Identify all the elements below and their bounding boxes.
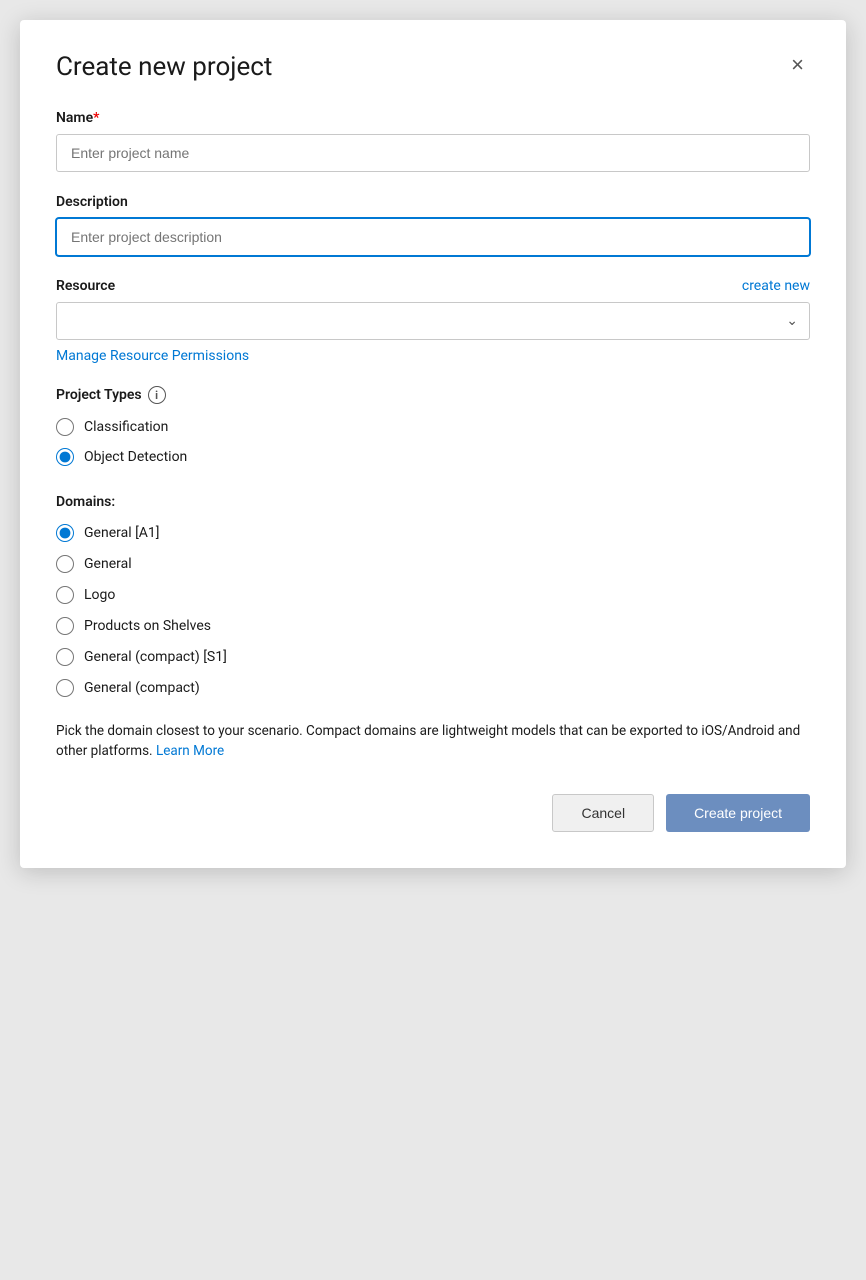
dialog-overlay: Create new project × Name* Description R… <box>20 20 846 868</box>
products-on-shelves-label: Products on Shelves <box>84 618 211 634</box>
name-input[interactable] <box>56 134 810 172</box>
domain-logo[interactable]: Logo <box>56 586 810 604</box>
classification-label: Classification <box>84 419 168 435</box>
name-field-group: Name* <box>56 110 810 172</box>
manage-resource-link[interactable]: Manage Resource Permissions <box>56 348 249 364</box>
logo-label: Logo <box>84 587 115 603</box>
general-compact-s1-radio[interactable] <box>56 648 74 666</box>
project-type-object-detection[interactable]: Object Detection <box>56 448 810 466</box>
name-label: Name* <box>56 110 810 126</box>
dialog-footer: Cancel Create project <box>56 794 810 832</box>
cancel-button[interactable]: Cancel <box>552 794 654 832</box>
logo-radio[interactable] <box>56 586 74 604</box>
project-type-classification[interactable]: Classification <box>56 418 810 436</box>
domain-products-on-shelves[interactable]: Products on Shelves <box>56 617 810 635</box>
object-detection-label: Object Detection <box>84 449 187 465</box>
project-types-label: Project Types i <box>56 386 810 404</box>
classification-radio[interactable] <box>56 418 74 436</box>
general-compact-radio[interactable] <box>56 679 74 697</box>
description-label: Description <box>56 194 810 210</box>
general-a1-label: General [A1] <box>84 525 160 541</box>
domains-section: Domains: General [A1] General Logo Produ… <box>56 494 810 697</box>
close-button[interactable]: × <box>785 52 810 78</box>
domain-general-a1[interactable]: General [A1] <box>56 524 810 542</box>
learn-more-link[interactable]: Learn More <box>156 743 224 759</box>
resource-field-group: Resource create new ⌄ Manage Resource Pe… <box>56 278 810 364</box>
resource-select-wrapper: ⌄ <box>56 302 810 340</box>
info-icon: i <box>148 386 166 404</box>
dialog-title: Create new project <box>56 52 272 82</box>
domains-label: Domains: <box>56 494 810 510</box>
object-detection-radio[interactable] <box>56 448 74 466</box>
domain-radio-group: General [A1] General Logo Products on Sh… <box>56 524 810 697</box>
resource-label: Resource <box>56 278 115 294</box>
general-a1-radio[interactable] <box>56 524 74 542</box>
project-types-group: Project Types i Classification Object De… <box>56 386 810 466</box>
general-compact-s1-label: General (compact) [S1] <box>84 649 227 665</box>
general-label: General <box>84 556 132 572</box>
products-on-shelves-radio[interactable] <box>56 617 74 635</box>
helper-text: Pick the domain closest to your scenario… <box>56 721 810 762</box>
general-compact-label: General (compact) <box>84 680 200 696</box>
domain-general-compact[interactable]: General (compact) <box>56 679 810 697</box>
dialog-header: Create new project × <box>56 52 810 82</box>
resource-select[interactable] <box>56 302 810 340</box>
project-types-radio-group: Classification Object Detection <box>56 418 810 466</box>
create-project-dialog: Create new project × Name* Description R… <box>20 20 846 868</box>
create-project-button[interactable]: Create project <box>666 794 810 832</box>
resource-header: Resource create new <box>56 278 810 294</box>
required-star: * <box>93 110 99 126</box>
domain-general-compact-s1[interactable]: General (compact) [S1] <box>56 648 810 666</box>
general-radio[interactable] <box>56 555 74 573</box>
domain-general[interactable]: General <box>56 555 810 573</box>
description-input[interactable] <box>56 218 810 256</box>
description-field-group: Description <box>56 194 810 256</box>
create-new-link[interactable]: create new <box>742 278 810 294</box>
